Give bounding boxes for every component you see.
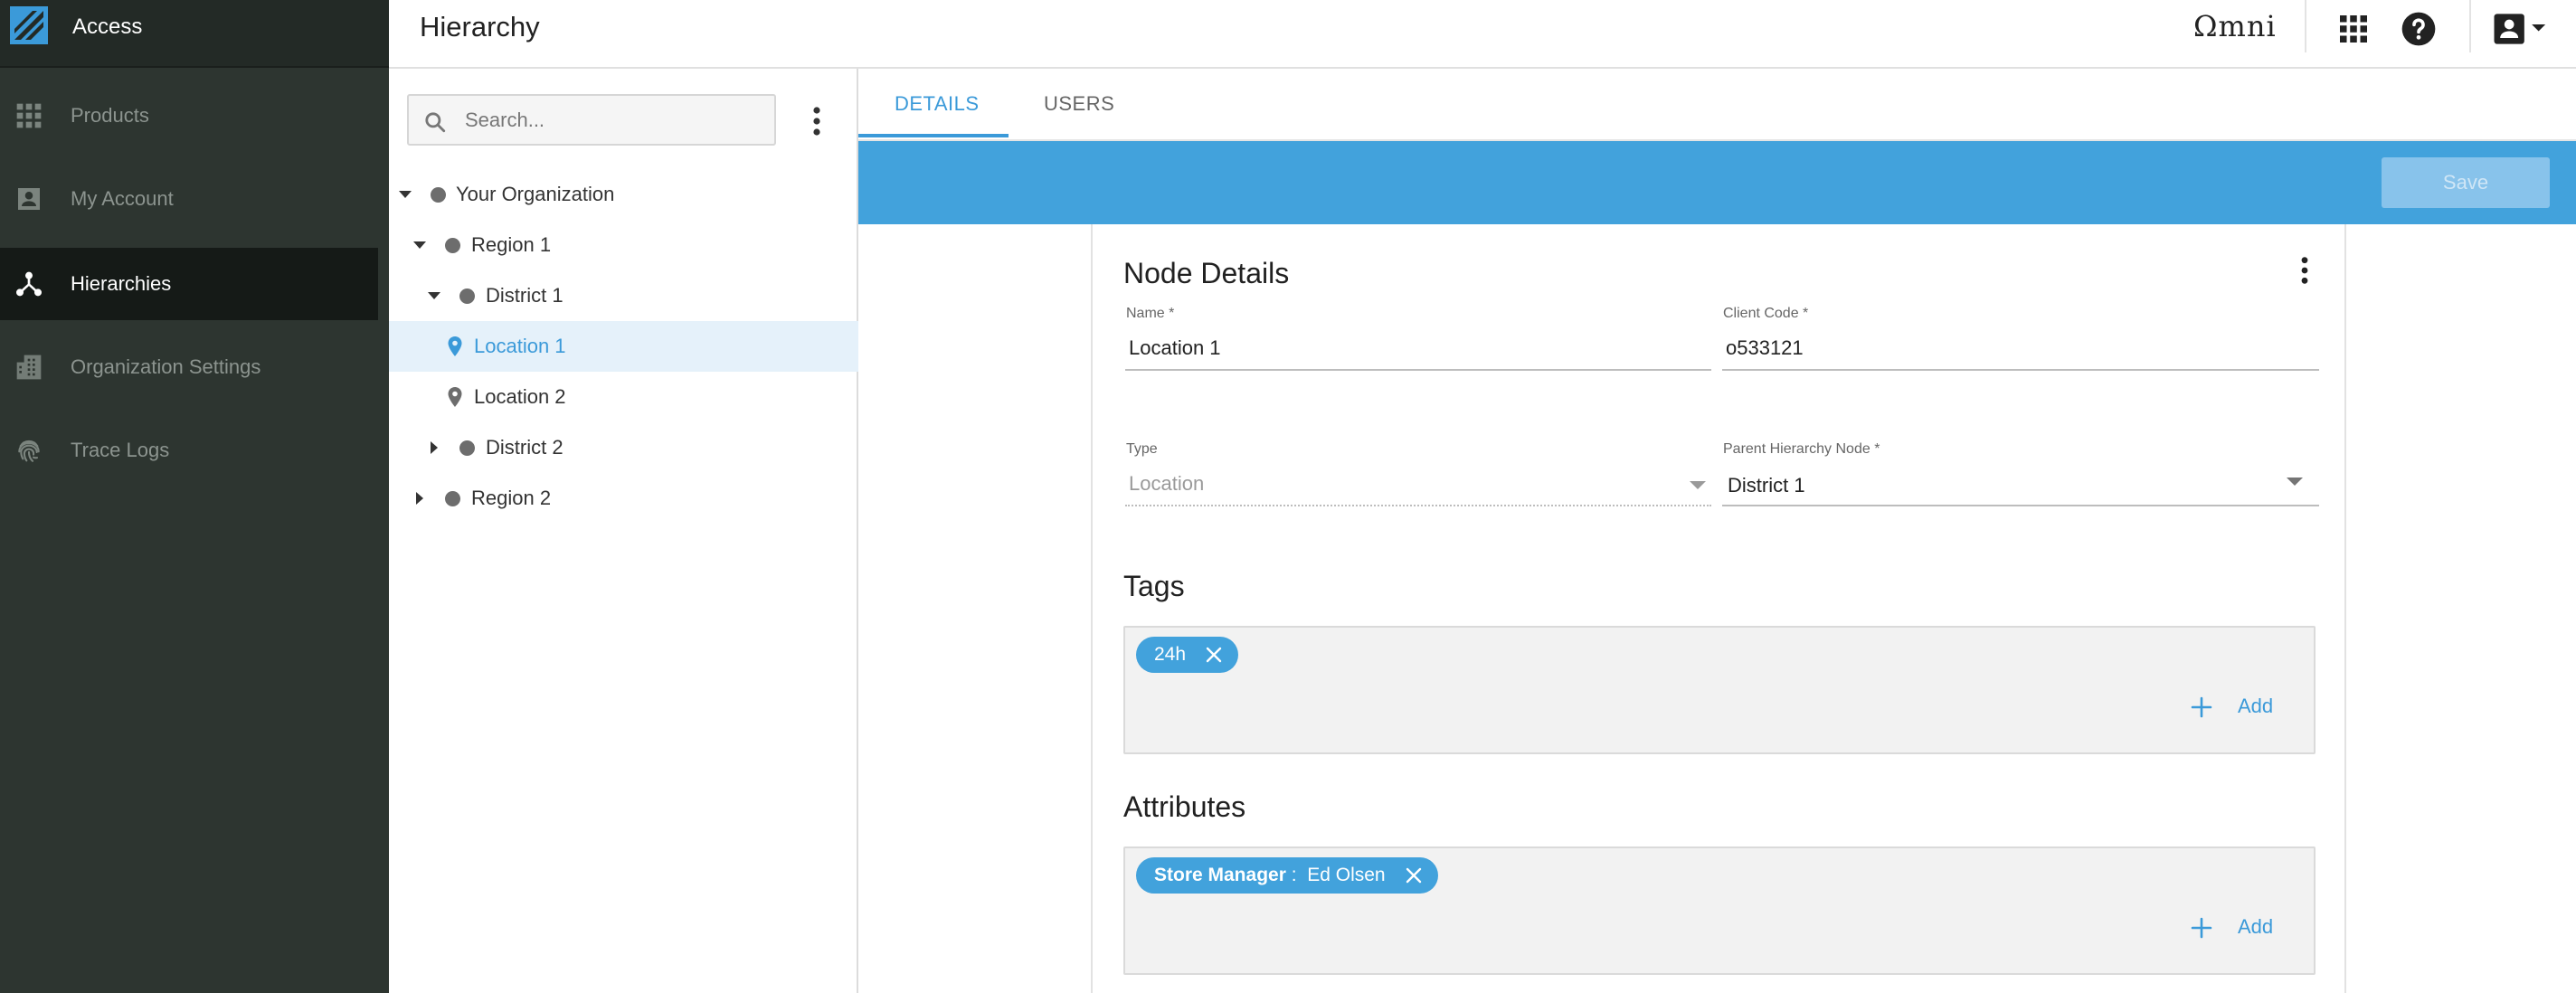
tree-node-label: District 2 xyxy=(486,436,564,459)
hierarchy-tree-panel: Your Organization Region 1 District 1 Lo… xyxy=(389,69,858,993)
header-divider xyxy=(2469,0,2471,52)
dropdown-arrow-icon xyxy=(1690,481,1706,489)
help-icon[interactable] xyxy=(2401,11,2437,47)
add-tag-label: Add xyxy=(2238,695,2274,717)
more-vert-icon[interactable] xyxy=(807,105,827,137)
tree-node-label: Location 2 xyxy=(474,385,566,408)
attribute-key: Store Manager xyxy=(1154,865,1286,885)
action-toolbar: Save xyxy=(858,141,2576,224)
sidebar-item-label: Products xyxy=(71,104,149,127)
node-details-title: Node Details xyxy=(1123,257,1290,289)
parent-node-field-label: Parent Hierarchy Node * xyxy=(1723,441,1880,457)
client-code-field-underline xyxy=(1722,369,2319,371)
chevron-down-icon[interactable] xyxy=(398,187,412,202)
access-logo-icon xyxy=(10,6,48,44)
location-pin-icon xyxy=(448,336,462,356)
type-select: Location xyxy=(1129,472,1205,495)
apps-grid-icon xyxy=(16,103,42,128)
search-icon xyxy=(425,112,446,133)
type-field-underline xyxy=(1125,505,1711,506)
type-field-label: Type xyxy=(1126,441,1158,457)
node-dot-icon xyxy=(445,238,460,253)
sidebar-brand[interactable]: Access xyxy=(0,0,389,68)
account-menu-icon[interactable] xyxy=(2491,11,2547,47)
chevron-right-icon[interactable] xyxy=(412,491,427,506)
plus-icon xyxy=(2191,696,2212,718)
tags-title: Tags xyxy=(1123,570,1185,602)
tree-node[interactable]: Your Organization xyxy=(389,169,858,220)
chevron-right-icon[interactable] xyxy=(427,440,441,455)
sidebar-item-hierarchies[interactable]: Hierarchies xyxy=(0,248,378,320)
tag-chip: 24h xyxy=(1136,637,1239,673)
sidebar: Access Products My Account Hierarchies O… xyxy=(0,0,389,993)
tree-node[interactable]: Region 2 xyxy=(389,473,858,524)
save-button[interactable]: Save xyxy=(2382,157,2550,208)
attribute-chip: Store Manager : Ed Olsen xyxy=(1136,857,1438,894)
tags-container: 24h Add xyxy=(1123,626,2316,754)
node-dot-icon xyxy=(445,491,460,506)
add-tag-button[interactable]: Add xyxy=(2191,693,2278,722)
attributes-title: Attributes xyxy=(1123,790,1246,823)
top-header: Hierarchy Ωmni xyxy=(389,0,2576,69)
tree-node-label: District 1 xyxy=(486,284,564,307)
tree-node[interactable]: District 1 xyxy=(389,270,858,321)
sidebar-item-label: My Account xyxy=(71,187,174,210)
parent-node-select[interactable]: District 1 xyxy=(1728,474,1805,497)
add-attribute-button[interactable]: Add xyxy=(2191,913,2278,942)
client-code-field-label: Client Code * xyxy=(1723,306,1809,321)
close-icon[interactable] xyxy=(1406,867,1422,884)
omni-logo: Ωmni xyxy=(2193,9,2277,43)
apps-grid-icon[interactable] xyxy=(2335,11,2372,47)
sidebar-item-products[interactable]: Products xyxy=(0,80,378,152)
node-dot-icon xyxy=(459,288,475,304)
tree-node-label: Region 1 xyxy=(471,233,552,256)
tab-details[interactable]: DETAILS xyxy=(895,92,980,116)
active-tab-indicator xyxy=(858,134,1009,137)
name-field-label: Name * xyxy=(1126,306,1175,321)
tag-chip-label: 24h xyxy=(1154,644,1187,665)
tab-users[interactable]: USERS xyxy=(1044,92,1114,116)
detail-tabs: DETAILS USERS xyxy=(858,69,2576,141)
tree-node-label: Region 2 xyxy=(471,487,552,509)
attribute-value: Ed Olsen xyxy=(1307,865,1386,885)
sidebar-item-trace-logs[interactable]: Trace Logs xyxy=(0,414,378,487)
sidebar-item-label: Organization Settings xyxy=(71,355,261,378)
dropdown-arrow-icon[interactable] xyxy=(2287,478,2303,486)
more-vert-icon[interactable] xyxy=(2296,255,2314,286)
attribute-separator: : xyxy=(1291,865,1297,885)
attributes-container: Store Manager : Ed Olsen Add xyxy=(1123,846,2316,975)
account-box-icon xyxy=(18,188,40,210)
chevron-down-icon[interactable] xyxy=(412,238,427,252)
node-details-card: Node Details Name * Location 1 Client Co… xyxy=(1091,224,2346,993)
sidebar-item-label: Trace Logs xyxy=(71,439,170,461)
parent-node-field-underline xyxy=(1722,505,2319,506)
sidebar-item-organization-settings[interactable]: Organization Settings xyxy=(0,331,378,403)
fingerprint-icon xyxy=(18,440,40,462)
header-divider xyxy=(2305,0,2306,52)
building-icon xyxy=(16,355,42,380)
tree-node[interactable]: Location 2 xyxy=(389,372,858,422)
client-code-field[interactable]: o533121 xyxy=(1726,336,1804,360)
node-dot-icon xyxy=(431,187,446,203)
name-field[interactable]: Location 1 xyxy=(1129,336,1221,360)
plus-icon xyxy=(2191,917,2212,939)
location-pin-icon xyxy=(448,387,462,407)
app-brand-name: Access xyxy=(72,14,143,39)
tree-node-label: Your Organization xyxy=(456,183,615,205)
sidebar-item-my-account[interactable]: My Account xyxy=(0,163,378,235)
search-input[interactable] xyxy=(465,105,763,136)
tree-node[interactable]: District 2 xyxy=(389,422,858,473)
tree-node[interactable]: Region 1 xyxy=(389,220,858,270)
close-icon[interactable] xyxy=(1206,647,1222,663)
node-dot-icon xyxy=(459,440,475,456)
sidebar-item-label: Hierarchies xyxy=(71,272,172,295)
tree-search-box[interactable] xyxy=(407,94,776,146)
tree-node-label: Location 1 xyxy=(474,335,566,357)
add-attribute-label: Add xyxy=(2238,915,2274,938)
tree-node-selected[interactable]: Location 1 xyxy=(389,321,858,372)
hierarchy-icon xyxy=(16,271,42,297)
name-field-underline xyxy=(1125,369,1711,371)
chevron-down-icon[interactable] xyxy=(427,288,441,303)
page-title: Hierarchy xyxy=(420,11,540,43)
